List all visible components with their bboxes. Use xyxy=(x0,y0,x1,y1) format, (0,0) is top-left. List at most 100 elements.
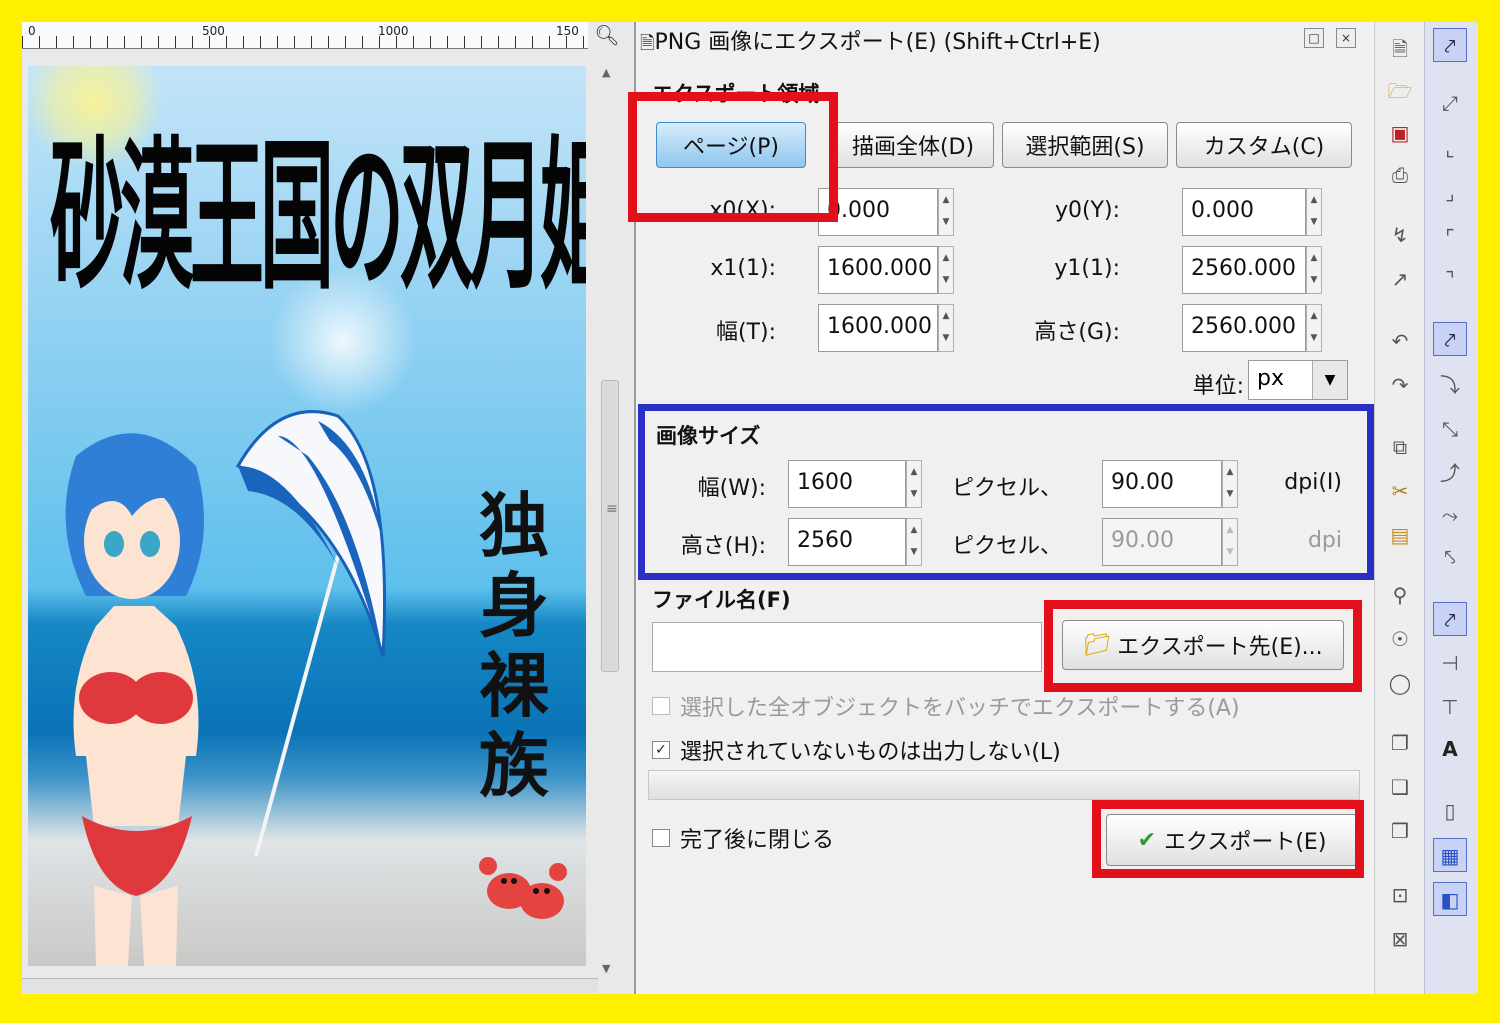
area-page-button[interactable]: ページ(P) xyxy=(656,122,806,168)
y1-field[interactable]: 2560.000 xyxy=(1182,246,1306,294)
export-to-button[interactable]: 📁︎ エクスポート先(E)... xyxy=(1062,620,1344,670)
redo-icon[interactable]: ↷ xyxy=(1383,368,1417,402)
snap-cusp-icon[interactable]: ⤴ xyxy=(1433,456,1467,490)
area-custom-button[interactable]: カスタム(C) xyxy=(1176,122,1352,168)
snap-intersection-icon[interactable]: ⤡ xyxy=(1433,412,1467,446)
filename-input[interactable] xyxy=(652,622,1042,672)
filename-heading: ファイル名(F) xyxy=(652,588,791,612)
export-button-label: エクスポート(E) xyxy=(1164,830,1327,855)
y0-field[interactable]: 0.000 xyxy=(1182,188,1306,236)
area-drawing-button[interactable]: 描画全体(D) xyxy=(832,122,994,168)
print-icon[interactable]: ⎙ xyxy=(1383,158,1417,192)
zoom-icon[interactable]: 🔍︎ xyxy=(594,24,620,46)
dpi-spin-icon[interactable]: ▲ ▼ xyxy=(1222,460,1238,508)
export-icon[interactable]: ↗ xyxy=(1383,262,1417,296)
scroll-thumb[interactable]: ≡ xyxy=(601,380,619,672)
dpi-spin-disabled-icon: ▲ ▼ xyxy=(1222,518,1238,566)
y1-spin-icon[interactable]: ▲ ▼ xyxy=(1306,246,1322,294)
hide-unselected-checkbox[interactable]: ✓ 選択されていないものは出力しない(L) xyxy=(652,734,1061,766)
cover-subtitle-char: 身 xyxy=(479,565,549,647)
save-icon[interactable]: ▣ xyxy=(1383,116,1417,150)
new-document-icon[interactable]: 🗎︎ xyxy=(1383,32,1417,66)
cover-subtitle-char: 族 xyxy=(479,725,549,807)
import-icon[interactable]: ↯ xyxy=(1383,218,1417,252)
close-when-done-checkbox[interactable]: 完了後に閉じる xyxy=(652,822,834,854)
zoom-drawing-icon[interactable]: ☉ xyxy=(1383,622,1417,656)
snap-bbox-midpoint-icon[interactable]: ⌜ xyxy=(1433,220,1467,254)
area-width-field[interactable]: 1600.000 xyxy=(818,304,938,352)
chevron-down-icon[interactable]: ▼ xyxy=(1312,361,1347,399)
copy-icon[interactable]: ⧉ xyxy=(1383,430,1417,464)
unlink-clone-icon[interactable]: ❒ xyxy=(1383,814,1417,848)
document-page[interactable]: 砂漠王国の双月姫 独 身 裸 族 xyxy=(28,66,586,966)
cover-subtitle-char: 裸 xyxy=(479,645,549,727)
dpi-field[interactable]: 90.00 xyxy=(1102,460,1222,508)
unit-select[interactable]: px ▼ xyxy=(1248,360,1348,400)
snap-enable-icon[interactable]: ⤤ xyxy=(1433,28,1467,62)
snap-nodes-icon[interactable]: ⤤ xyxy=(1433,322,1467,356)
snap-midpoint-icon[interactable]: ⤣ xyxy=(1433,540,1467,574)
restore-icon[interactable]: □ xyxy=(1304,28,1324,48)
close-when-done-label: 完了後に閉じる xyxy=(680,828,835,853)
image-width-spin-icon[interactable]: ▲ ▼ xyxy=(906,460,922,508)
image-width-field[interactable]: 1600 xyxy=(788,460,906,508)
zoom-selection-icon[interactable]: ⚲ xyxy=(1383,578,1417,612)
y0-spin-icon[interactable]: ▲ ▼ xyxy=(1306,188,1322,236)
snap-text-baseline-icon[interactable]: A xyxy=(1433,732,1467,766)
x0-label: x0(X): xyxy=(709,198,776,223)
clone-icon[interactable]: ❑ xyxy=(1383,770,1417,804)
ruler-ticks xyxy=(22,36,588,48)
snap-others-icon[interactable]: ⤤ xyxy=(1433,602,1467,636)
snap-smooth-icon[interactable]: ⤳ xyxy=(1433,498,1467,532)
snap-bbox-center-icon[interactable]: ⌝ xyxy=(1433,262,1467,296)
x0-field[interactable]: 0.000 xyxy=(818,188,938,236)
commands-toolbar: 🗎︎ 🗁︎ ▣ ⎙ ↯ ↗ ↶ ↷ ⧉ ✂ ▤ ⚲ ☉ ◯ ❐ ❑ ❒ ⊡ ⊠ xyxy=(1374,22,1425,994)
ungroup-icon[interactable]: ⊠ xyxy=(1383,922,1417,956)
image-width-label: 幅(W): xyxy=(697,476,766,501)
cover-subtitle: 独 身 裸 族 xyxy=(474,486,554,806)
snap-bbox-corner-icon[interactable]: ⌟ xyxy=(1433,176,1467,210)
area-width-spin-icon[interactable]: ▲ ▼ xyxy=(938,304,954,352)
open-folder-icon[interactable]: 🗁︎ xyxy=(1383,74,1417,108)
snap-bbox-icon[interactable]: ⤢ xyxy=(1433,86,1467,120)
folder-icon: 📁︎ xyxy=(1083,632,1112,658)
close-icon[interactable]: × xyxy=(1336,28,1356,48)
undo-icon[interactable]: ↶ xyxy=(1383,324,1417,358)
group-icon[interactable]: ⊡ xyxy=(1383,878,1417,912)
snap-center-icon[interactable]: ⊣ xyxy=(1433,646,1467,680)
scroll-up-icon[interactable]: ▲ xyxy=(602,66,610,79)
x0-spin-icon[interactable]: ▲ ▼ xyxy=(938,188,954,236)
image-height-label: 高さ(H): xyxy=(680,534,766,559)
x1-field[interactable]: 1600.000 xyxy=(818,246,938,294)
canvas-area[interactable]: 0 500 1000 150 🔍︎ 砂漠王国の双月姫 独 身 裸 族 ▲ ≡ ▼ xyxy=(22,22,636,994)
x1-spin-icon[interactable]: ▲ ▼ xyxy=(938,246,954,294)
area-height-spin-icon[interactable]: ▲ ▼ xyxy=(1306,304,1322,352)
y1-label: y1(1): xyxy=(1054,256,1120,281)
x1-label: x1(1): xyxy=(710,256,776,281)
snap-grid-icon[interactable]: ▦ xyxy=(1433,838,1467,872)
dpi-field-disabled: 90.00 xyxy=(1102,518,1222,566)
dpi-label-disabled: dpi xyxy=(1307,528,1342,553)
scroll-down-icon[interactable]: ▼ xyxy=(602,962,610,975)
zoom-page-icon[interactable]: ◯ xyxy=(1383,666,1417,700)
duplicate-icon[interactable]: ❐ xyxy=(1383,726,1417,760)
horizontal-scrollbar[interactable] xyxy=(22,978,598,993)
area-height-field[interactable]: 2560.000 xyxy=(1182,304,1306,352)
snap-guide-icon[interactable]: ◧ xyxy=(1433,882,1467,916)
pixel-label: ピクセル、 xyxy=(952,476,1063,501)
image-height-field[interactable]: 2560 xyxy=(788,518,906,566)
area-selection-button[interactable]: 選択範囲(S) xyxy=(1002,122,1168,168)
vertical-scrollbar[interactable]: ▲ ≡ ▼ xyxy=(598,62,620,982)
image-height-spin-icon[interactable]: ▲ ▼ xyxy=(906,518,922,566)
snap-toolbar: ⤤ ⤢ ⌞ ⌟ ⌜ ⌝ ⤤ ⤵ ⤡ ⤴ ⤳ ⤣ ⤤ ⊣ ⊤ A ▯ ▦ ◧ xyxy=(1424,22,1478,994)
cut-icon[interactable]: ✂ xyxy=(1383,474,1417,508)
paste-icon[interactable]: ▤ xyxy=(1383,518,1417,552)
snap-page-border-icon[interactable]: ▯ xyxy=(1433,794,1467,828)
snap-paths-icon[interactable]: ⤵ xyxy=(1433,368,1467,402)
grip-icon: ≡ xyxy=(606,501,618,517)
horizontal-ruler: 0 500 1000 150 xyxy=(22,22,588,49)
snap-bbox-edge-icon[interactable]: ⌞ xyxy=(1433,132,1467,166)
export-button[interactable]: ✔ エクスポート(E) xyxy=(1106,814,1358,866)
snap-rotation-center-icon[interactable]: ⊤ xyxy=(1433,690,1467,724)
y0-label: y0(Y): xyxy=(1054,198,1120,223)
